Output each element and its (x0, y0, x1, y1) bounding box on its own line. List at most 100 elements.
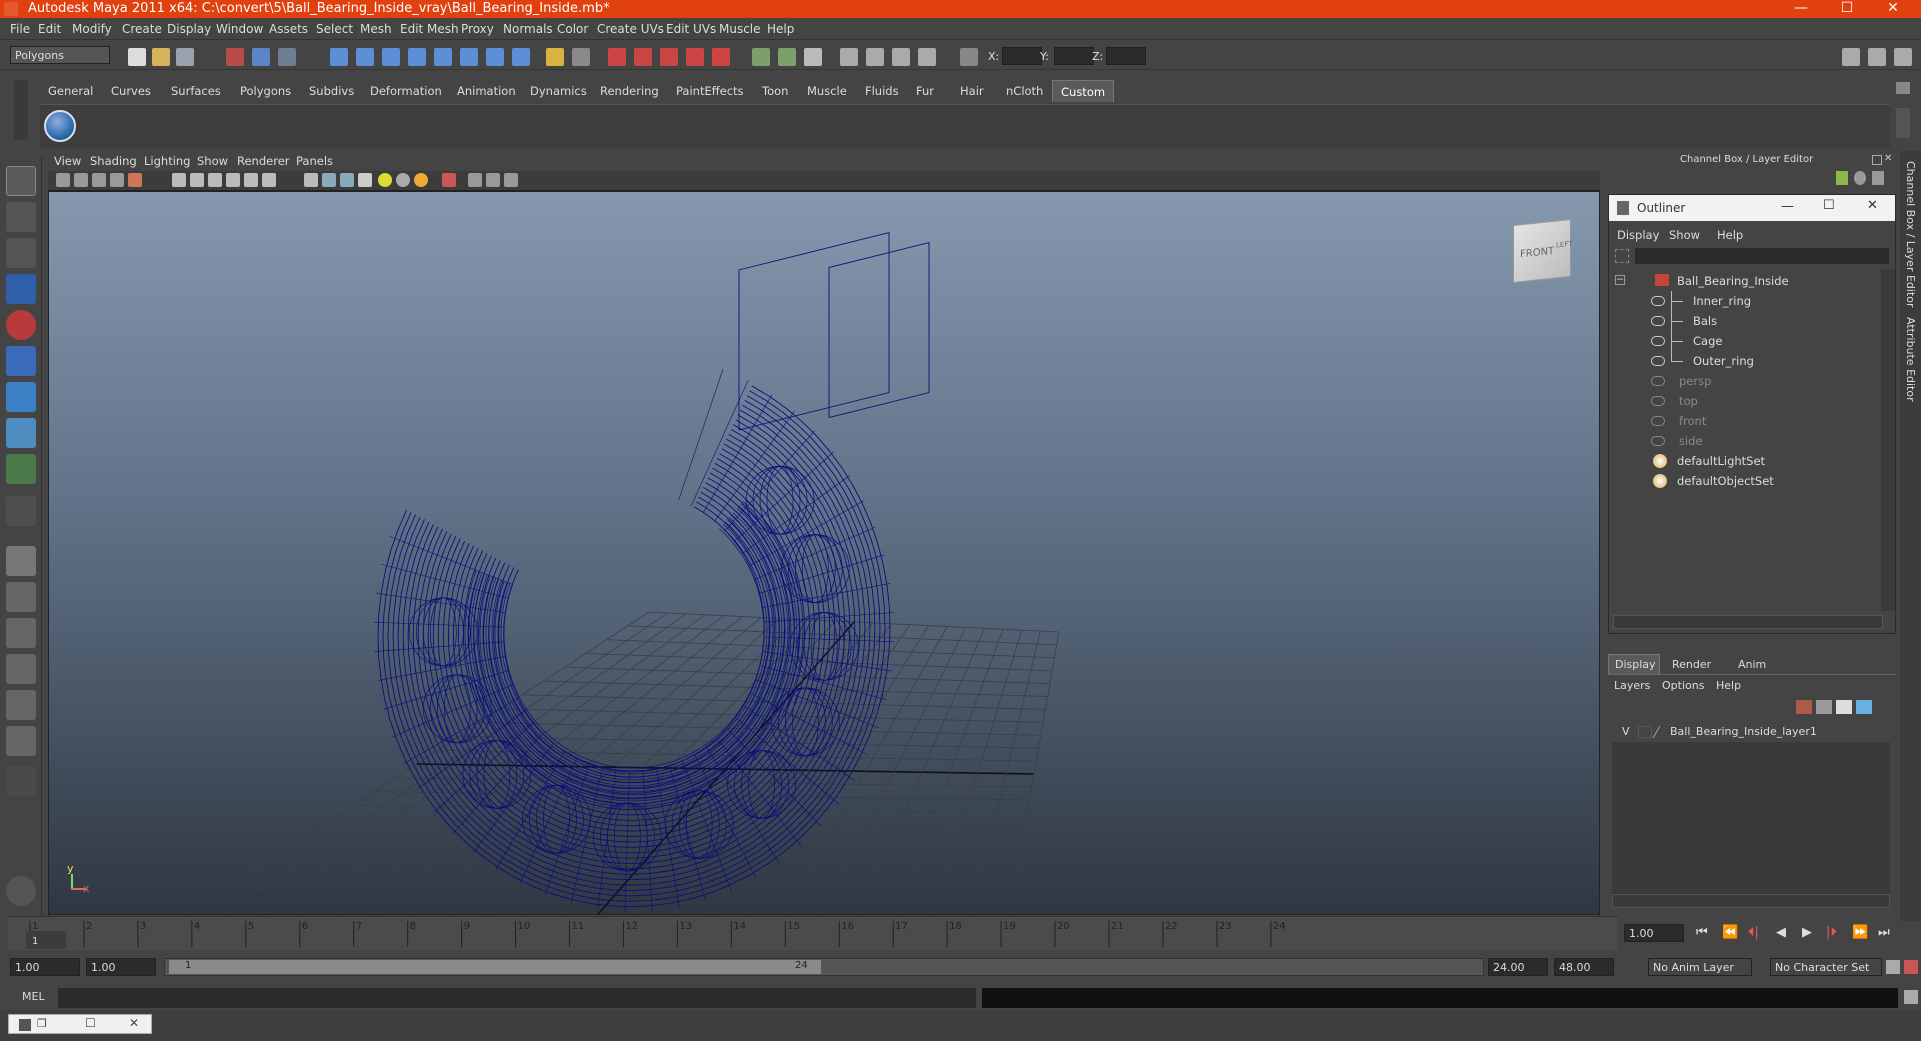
open-scene-icon[interactable] (152, 48, 170, 66)
outliner-maximize-button[interactable]: ☐ (1823, 198, 1835, 213)
current-time-field[interactable]: 1.00 (1624, 924, 1684, 942)
start-time-field[interactable]: 1.00 (10, 958, 80, 976)
anim-layer-dropdown[interactable]: No Anim Layer (1648, 958, 1752, 976)
bookmarks-icon[interactable] (92, 173, 106, 187)
step-forward-key-button[interactable]: ⏩ (1852, 925, 1868, 940)
play-backwards-button[interactable]: ◀ (1776, 925, 1786, 940)
outliner-persp-layout-icon[interactable] (6, 726, 36, 756)
mel-label[interactable]: MEL (22, 990, 45, 1003)
ambient-occlusion-icon[interactable] (396, 173, 410, 187)
shelf-tab-fur[interactable]: Fur (912, 84, 938, 98)
four-view-layout-icon[interactable] (6, 582, 36, 612)
snap-view-plane-icon[interactable] (686, 48, 704, 66)
menu-proxy[interactable]: Proxy (461, 22, 494, 36)
high-quality-icon[interactable] (414, 173, 428, 187)
output-ops-icon[interactable] (778, 48, 796, 66)
select-misc-icon[interactable] (512, 48, 530, 66)
side-tab-channel-box[interactable]: Channel Box / Layer Editor (1904, 161, 1917, 308)
command-input[interactable] (58, 988, 976, 1008)
show-manipulator-icon[interactable] (6, 454, 36, 484)
outliner-item-defaultobjectset[interactable]: defaultObjectSet (1609, 471, 1879, 491)
select-handles-icon[interactable] (330, 48, 348, 66)
shadows-icon[interactable] (262, 173, 276, 187)
shelf-tab-animation[interactable]: Animation (453, 84, 520, 98)
shelf-tab-muscle[interactable]: Muscle (803, 84, 851, 98)
default-light-icon[interactable] (378, 173, 392, 187)
select-joints-icon[interactable] (356, 48, 374, 66)
x-field[interactable] (1002, 47, 1042, 65)
layer-horizontal-scrollbar[interactable] (1612, 894, 1890, 908)
create-layer-from-selected-icon[interactable] (1856, 700, 1872, 714)
snap-point-icon[interactable] (660, 48, 678, 66)
viewport-menu-lighting[interactable]: Lighting (144, 154, 190, 168)
shelf-tab-curves[interactable]: Curves (107, 84, 155, 98)
select-curves-icon[interactable] (382, 48, 400, 66)
outliner-menu-help[interactable]: Help (1717, 228, 1743, 242)
layer-tab-display[interactable]: Display (1608, 654, 1660, 674)
layout-options-icon[interactable] (6, 766, 36, 796)
show-tool-settings-icon[interactable] (1868, 48, 1886, 66)
play-forwards-button[interactable]: ▶ (1802, 925, 1812, 940)
range-slider-track[interactable]: 1 24 (164, 958, 1484, 976)
viewport-menu-panels[interactable]: Panels (296, 154, 333, 168)
move-layer-up-icon[interactable] (1796, 700, 1812, 714)
channel-box-pin-icon[interactable] (1872, 171, 1884, 185)
layer-menu-options[interactable]: Options (1662, 679, 1704, 692)
end-time-field[interactable]: 48.00 (1554, 958, 1614, 976)
lock-selection-icon[interactable] (546, 48, 564, 66)
move-tool-icon[interactable] (6, 274, 36, 304)
shelf-tab-polygons[interactable]: Polygons (236, 84, 295, 98)
viewport-menu-view[interactable]: View (54, 154, 81, 168)
shelf-tab-rendering[interactable]: Rendering (596, 84, 663, 98)
z-field[interactable] (1106, 47, 1146, 65)
maximize-button[interactable]: ☐ (1826, 0, 1868, 18)
outliner-item-side[interactable]: side (1609, 431, 1879, 451)
channel-box-tool-icon[interactable] (1836, 171, 1848, 185)
wireframe-on-shaded-icon[interactable] (208, 173, 222, 187)
isolate-select-icon[interactable] (442, 173, 456, 187)
layer-row[interactable]: V Ball_Bearing_Inside_layer1 (1612, 722, 1890, 742)
minimize-button[interactable]: — (1780, 0, 1822, 18)
script-editor-icon[interactable] (1904, 990, 1918, 1004)
y-field[interactable] (1054, 47, 1094, 65)
layer-tab-anim[interactable]: Anim (1738, 658, 1766, 671)
select-camera-icon[interactable] (56, 173, 70, 187)
minimized-maximize-button[interactable]: ☐ (85, 1016, 96, 1030)
construction-history-icon[interactable] (804, 48, 822, 66)
single-perspective-layout-icon[interactable] (6, 546, 36, 576)
outliner-search-input[interactable] (1635, 248, 1889, 264)
outliner-minimize-button[interactable]: — (1781, 199, 1794, 214)
snap-curve-icon[interactable] (634, 48, 652, 66)
menu-modify[interactable]: Modify (72, 22, 112, 36)
maya-node-icon[interactable] (6, 876, 36, 906)
shelf-tab-subdivs[interactable]: Subdivs (305, 84, 358, 98)
create-new-layer-icon[interactable] (1836, 700, 1852, 714)
select-by-component-icon[interactable] (278, 48, 296, 66)
playback-end-field[interactable]: 24.00 (1488, 958, 1548, 976)
perspective-viewport[interactable]: FRONT LEFT y x (48, 191, 1600, 915)
outliner-item-top[interactable]: top (1609, 391, 1879, 411)
make-live-icon[interactable] (712, 48, 730, 66)
checker-icon[interactable] (358, 173, 372, 187)
transform-field-icon[interactable] (960, 48, 978, 66)
outliner-vertical-scrollbar[interactable] (1881, 269, 1895, 611)
outliner-item-defaultlightset[interactable]: defaultLightSet (1609, 451, 1879, 471)
menu-mesh[interactable]: Mesh (360, 22, 392, 36)
lasso-tool-icon[interactable] (6, 202, 36, 232)
outliner-filter-icon[interactable] (1615, 249, 1629, 263)
show-attribute-editor-icon[interactable] (1842, 48, 1860, 66)
menu-window[interactable]: Window (216, 22, 263, 36)
viewcube-front-label[interactable]: FRONT (1520, 246, 1554, 261)
outliner-item-cage[interactable]: Cage (1609, 331, 1879, 351)
shelf-tab-fluids[interactable]: Fluids (861, 84, 903, 98)
textured-icon[interactable] (226, 173, 240, 187)
shelf-tab-hair[interactable]: Hair (956, 84, 988, 98)
preferences-icon[interactable] (1904, 960, 1918, 974)
layer-menu-layers[interactable]: Layers (1614, 679, 1650, 692)
menu-edit[interactable]: Edit (38, 22, 61, 36)
highlight-selection-icon[interactable] (572, 48, 590, 66)
menu-create[interactable]: Create (122, 22, 162, 36)
shelf-tab-surfaces[interactable]: Surfaces (167, 84, 225, 98)
character-set-dropdown[interactable]: No Character Set (1770, 958, 1882, 976)
ipr-render-icon[interactable] (892, 48, 910, 66)
